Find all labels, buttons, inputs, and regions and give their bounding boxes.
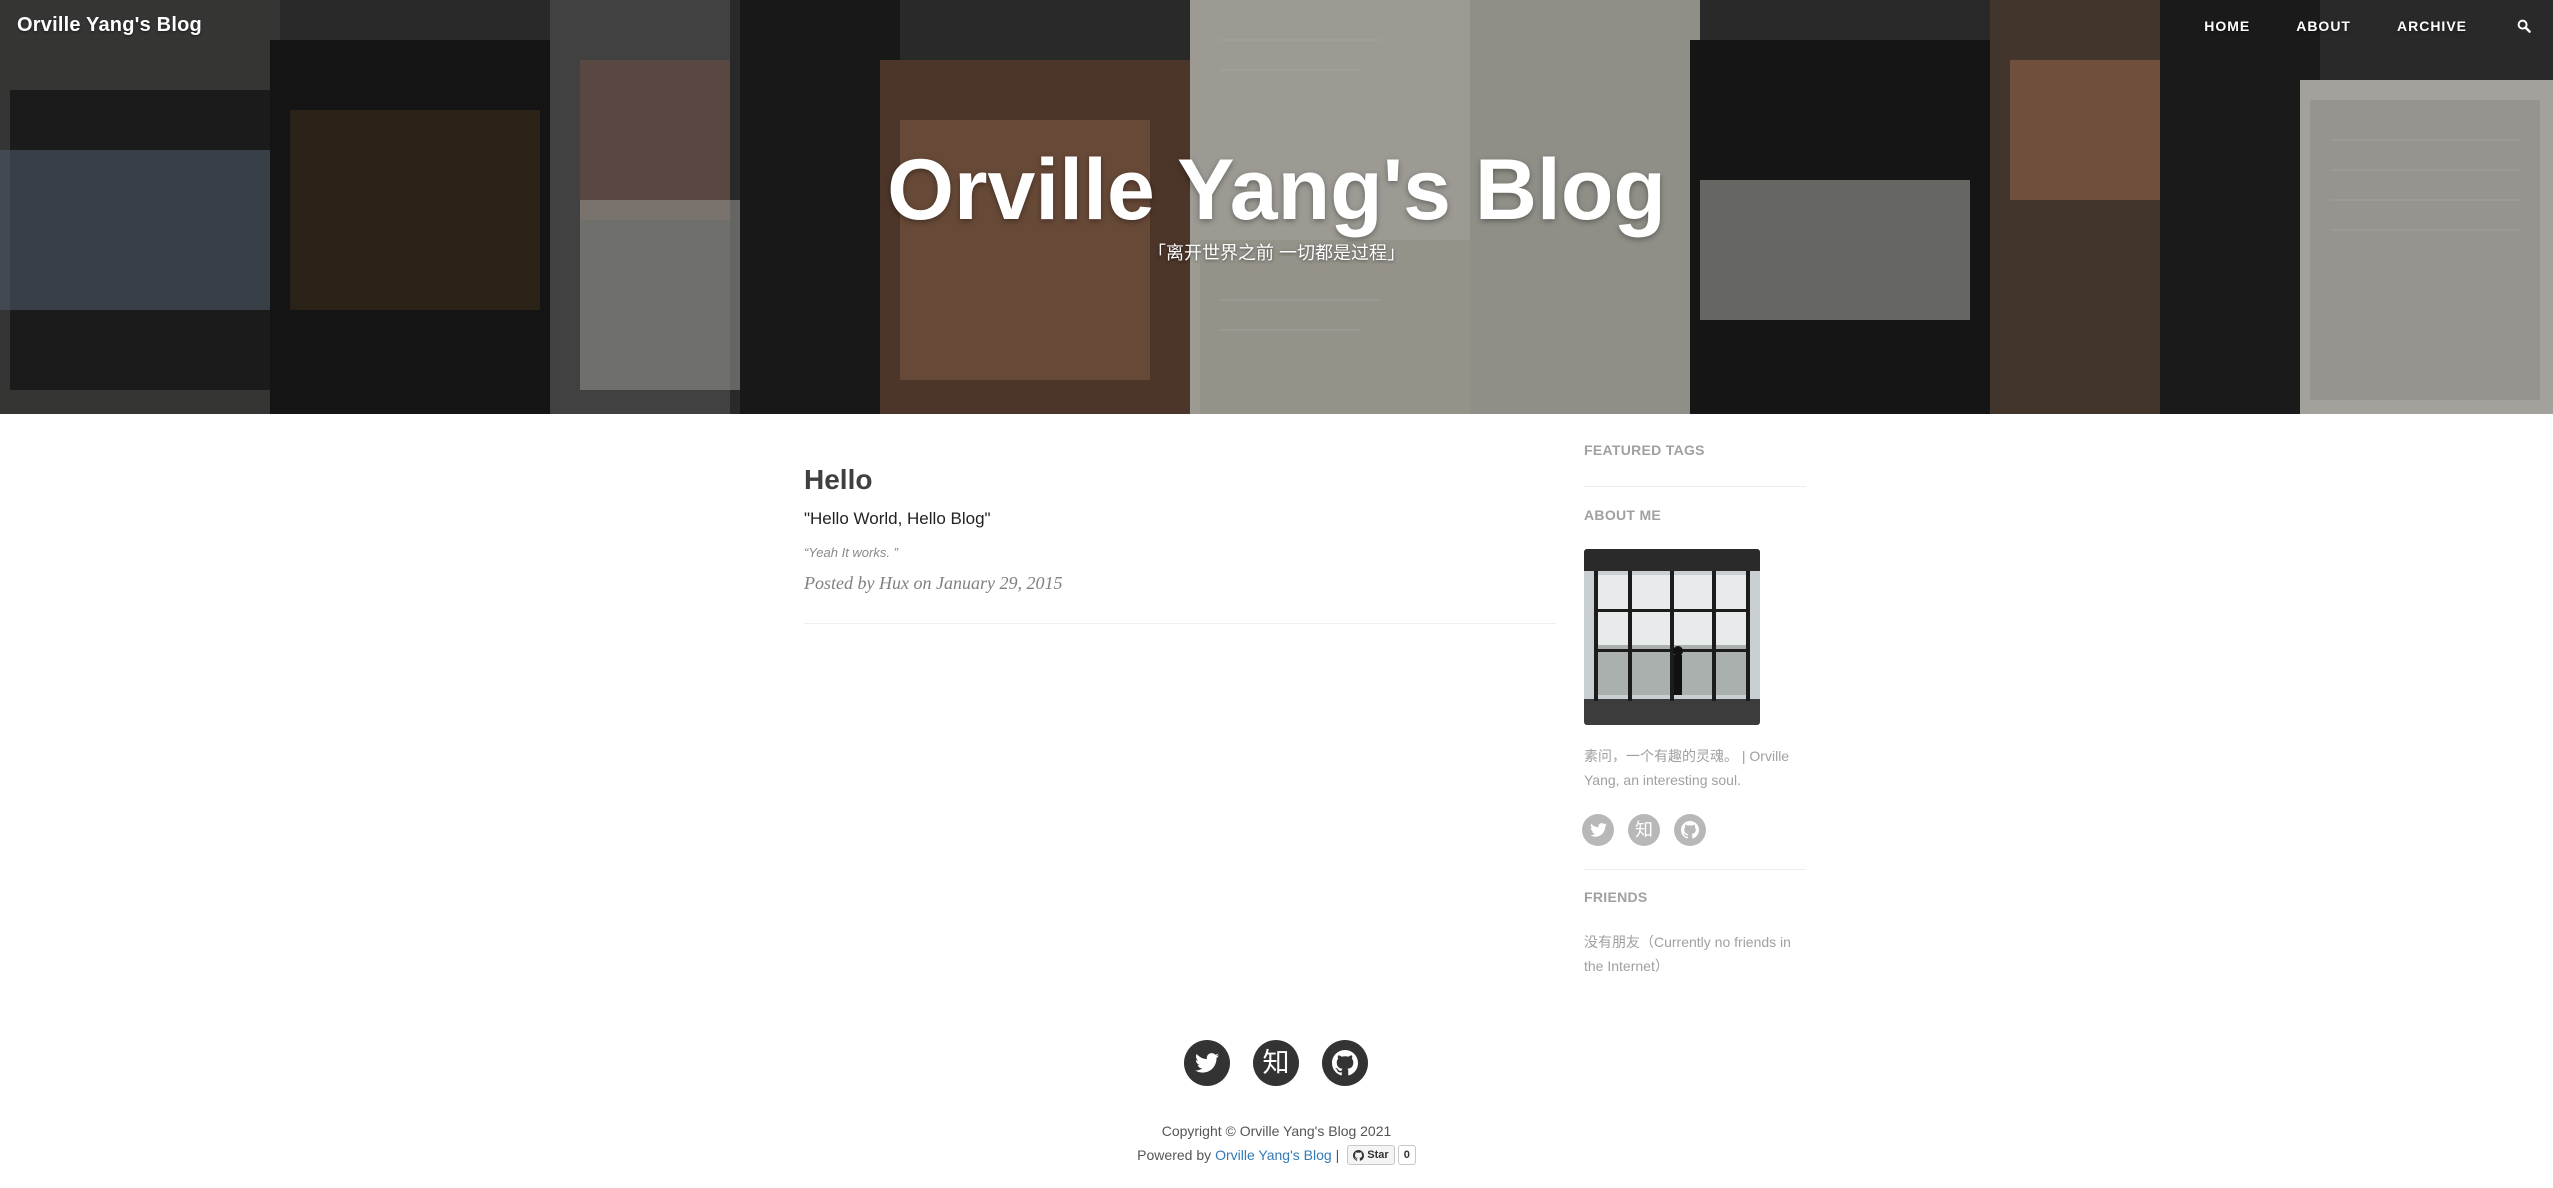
friends-heading: FRIENDS <box>1584 889 1648 905</box>
github-icon[interactable] <box>1322 1040 1368 1086</box>
post-subtitle[interactable]: "Hello World, Hello Blog" <box>804 508 1556 530</box>
sidebar-divider <box>1584 486 1806 487</box>
separator: | <box>1335 1147 1340 1163</box>
sidebar: FEATURED TAGS ABOUT ME 素问，一个有趣的灵魂。 | Orv… <box>1582 440 1806 974</box>
post-meta: Posted by Hux on January 29, 2015 <box>804 573 1063 593</box>
powered-by-link[interactable]: Orville Yang's Blog <box>1215 1145 1332 1165</box>
post-preview[interactable]: Hello "Hello World, Hello Blog" “Yeah It… <box>804 462 1556 594</box>
zhihu-icon[interactable]: 知 <box>1628 814 1660 846</box>
featured-tags-heading: FEATURED TAGS <box>1584 442 1705 458</box>
twitter-icon[interactable] <box>1184 1040 1230 1086</box>
powered-by: Powered by Orville Yang's Blog | Star 0 <box>0 1145 2553 1165</box>
github-star-count[interactable]: 0 <box>1397 1145 1416 1165</box>
post-excerpt: “Yeah It works. ” <box>804 545 898 560</box>
hero-header: Orville Yang's Blog HOME ABOUT ARCHIVE O… <box>0 0 2553 414</box>
copyright-text: Copyright © Orville Yang's Blog 2021 <box>1161 1123 1392 1139</box>
github-star-button[interactable]: Star <box>1347 1145 1395 1165</box>
avatar <box>1584 549 1760 725</box>
nav-home[interactable]: HOME <box>2204 18 2250 34</box>
nav-archive[interactable]: ARCHIVE <box>2397 18 2467 34</box>
powered-by-label: Powered by <box>1137 1147 1212 1163</box>
post-title[interactable]: Hello <box>804 462 1556 498</box>
friends-text: 没有朋友（Currently no friends in the Interne… <box>1584 934 1791 974</box>
twitter-icon[interactable] <box>1582 814 1614 846</box>
sidebar-social-links: 知 <box>1582 814 1720 846</box>
github-icon[interactable] <box>1674 814 1706 846</box>
sidebar-divider <box>1584 869 1806 870</box>
site-brand-link[interactable]: Orville Yang's Blog <box>17 14 202 37</box>
main-nav: HOME ABOUT ARCHIVE <box>2204 12 2553 40</box>
post-divider <box>804 623 1556 624</box>
hero-title: Orville Yang's Blog <box>887 142 1666 238</box>
zhihu-icon[interactable]: 知 <box>1253 1040 1299 1086</box>
github-star-label: Star <box>1367 1149 1389 1161</box>
about-me-text: 素问，一个有趣的灵魂。 | Orville Yang, an interesti… <box>1584 748 1790 788</box>
nav-about[interactable]: ABOUT <box>2296 18 2351 34</box>
footer-social-links: 知 <box>1184 1040 1391 1086</box>
hero-subtitle: 「离开世界之前 一切都是过程」 <box>1148 243 1405 263</box>
search-icon[interactable] <box>2513 15 2535 37</box>
github-icon <box>1353 1149 1365 1161</box>
github-star-widget[interactable]: Star 0 <box>1347 1145 1416 1165</box>
about-me-heading: ABOUT ME <box>1584 507 1662 523</box>
